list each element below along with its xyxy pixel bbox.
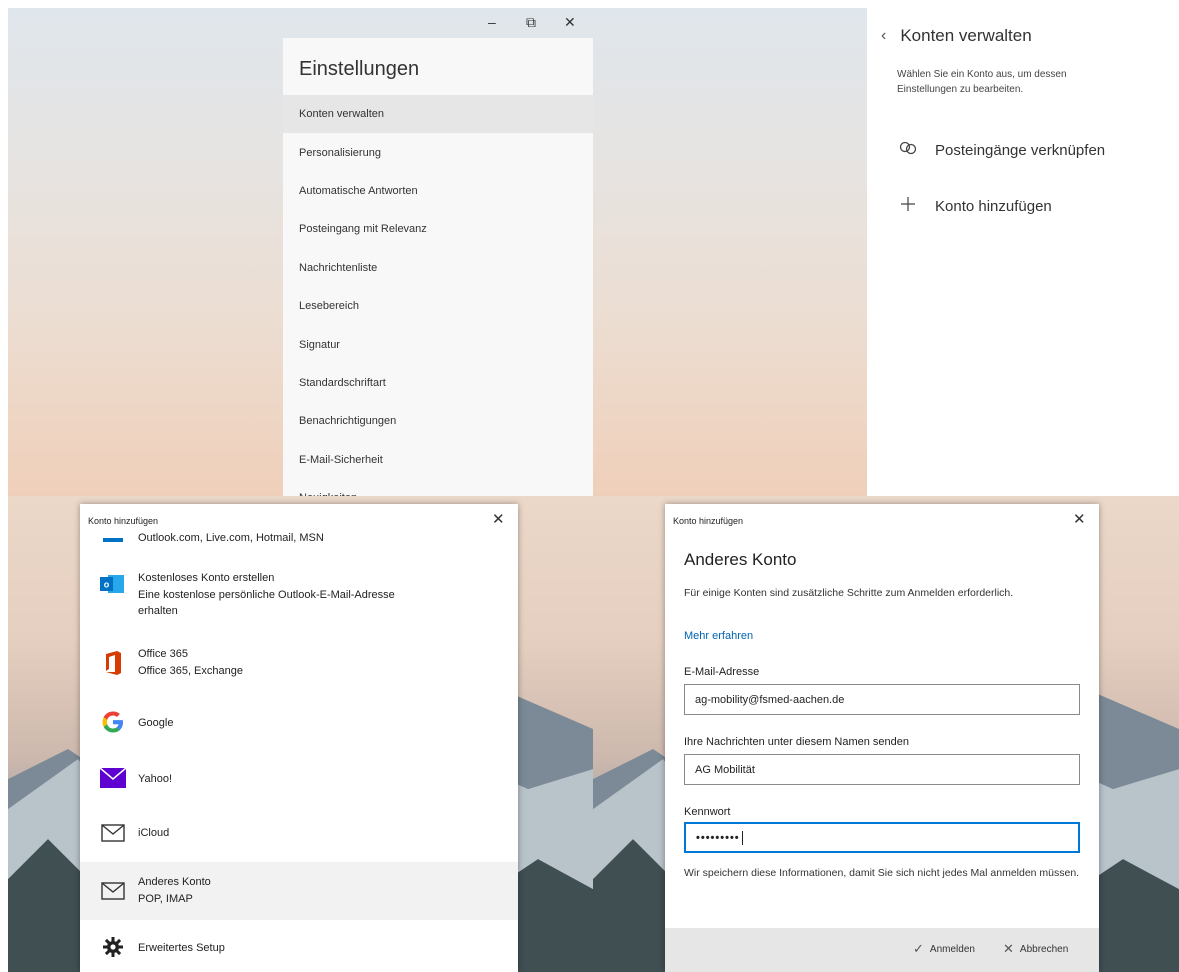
provider-create-free-account-title: Kostenloses Konto erstellen [138, 572, 275, 584]
dialog-footer: ✓ Anmelden ✕ Abbrechen [665, 928, 1099, 972]
office365-icon [98, 650, 128, 676]
provider-outlook-com[interactable]: Outlook.com, Live.com, Hotmail, MSN [80, 528, 518, 554]
other-account-view: Konto hinzufügen ✕ Anderes Konto Für ein… [593, 496, 1179, 972]
provider-office365-subtitle: Office 365, Exchange [138, 664, 243, 677]
display-name-field[interactable]: AG Mobilität [684, 754, 1080, 785]
add-account-dialog-title: Konto hinzufügen [88, 516, 159, 526]
email-value: ag-mobility@fsmed-aachen.de [695, 693, 845, 706]
link-icon [897, 141, 919, 160]
settings-item-benachrichtigungen[interactable]: Benachrichtigungen [283, 402, 593, 440]
provider-office365[interactable]: Office 365 Office 365, Exchange [80, 638, 518, 690]
display-name-value: AG Mobilität [695, 763, 755, 776]
manage-accounts-panel: ‹ Konten verwalten Wählen Sie ein Konto … [867, 8, 1179, 496]
provider-advanced-setup-label: Erweitertes Setup [138, 942, 225, 954]
sign-in-button[interactable]: ✓ Anmelden [913, 941, 975, 957]
link-inboxes-button[interactable]: Posteingänge verknüpfen [867, 141, 1179, 160]
settings-item-lesebereich[interactable]: Lesebereich [283, 287, 593, 325]
other-account-dialog-title: Konto hinzufügen [673, 516, 744, 526]
provider-advanced-setup[interactable]: Erweitertes Setup [80, 926, 518, 970]
provider-icloud-label: iCloud [138, 827, 170, 839]
settings-item-automatische-antworten[interactable]: Automatische Antworten [283, 172, 593, 210]
provider-google[interactable]: Google [80, 698, 518, 748]
settings-item-email-sicherheit[interactable]: E-Mail-Sicherheit [283, 441, 593, 479]
password-label: Kennwort [684, 806, 731, 818]
close-icon[interactable]: ✕ [492, 510, 505, 528]
provider-other-account-subtitle: POP, IMAP [138, 892, 193, 905]
minimize-button[interactable]: – [488, 14, 496, 30]
add-account-dialog: Konto hinzufügen ✕ Outlook.com, Live.com… [80, 504, 518, 972]
settings-item-konten-verwalten[interactable]: Konten verwalten [283, 95, 593, 134]
provider-other-account[interactable]: Anderes Konto POP, IMAP [80, 862, 518, 920]
checkmark-icon: ✓ [913, 941, 924, 956]
window-close-button[interactable]: ✕ [564, 14, 576, 31]
provider-google-label: Google [138, 717, 174, 729]
add-account-label: Konto hinzufügen [935, 198, 1052, 215]
add-account-view: Konto hinzufügen ✕ Outlook.com, Live.com… [8, 496, 593, 972]
cancel-button[interactable]: ✕ Abbrechen [1003, 941, 1068, 957]
envelope-icon [98, 882, 128, 900]
google-icon [98, 708, 128, 736]
link-inboxes-label: Posteingänge verknüpfen [935, 142, 1106, 159]
email-field[interactable]: ag-mobility@fsmed-aachen.de [684, 684, 1080, 715]
provider-other-account-title: Anderes Konto [138, 876, 211, 888]
add-account-button[interactable]: Konto hinzufügen [867, 196, 1179, 217]
email-label: E-Mail-Adresse [684, 666, 760, 678]
settings-item-signatur[interactable]: Signatur [283, 325, 593, 363]
gear-icon [98, 936, 128, 958]
other-account-intro: Für einige Konten sind zusätzliche Schri… [684, 587, 1014, 599]
maximize-button[interactable]: ⧉ [526, 14, 536, 31]
provider-outlook-com-label: Outlook.com, Live.com, Hotmail, MSN [138, 532, 324, 544]
provider-create-free-account[interactable]: o Kostenloses Konto erstellen Eine koste… [80, 564, 518, 628]
settings-item-nachrichtenliste[interactable]: Nachrichtenliste [283, 249, 593, 287]
svg-text:o: o [104, 580, 110, 590]
cancel-label: Abbrechen [1019, 943, 1069, 955]
password-field[interactable]: ••••••••• [684, 822, 1080, 853]
settings-item-posteingang-mit-relevanz[interactable]: Posteingang mit Relevanz [283, 210, 593, 248]
outlook-bar-icon [98, 538, 128, 544]
provider-icloud[interactable]: iCloud [80, 808, 518, 858]
close-icon: ✕ [1003, 941, 1014, 956]
settings-item-neuigkeiten[interactable]: Neuigkeiten [283, 479, 593, 496]
settings-title: Einstellungen [299, 58, 420, 80]
manage-accounts-description: Wählen Sie ein Konto aus, um dessen Eins… [897, 69, 1067, 95]
manage-accounts-title: Konten verwalten [900, 26, 1032, 45]
plus-icon [897, 196, 919, 217]
settings-item-personalisierung[interactable]: Personalisierung [283, 133, 593, 171]
chevron-left-icon[interactable]: ‹ [881, 27, 886, 45]
close-icon[interactable]: ✕ [1073, 510, 1086, 528]
provider-yahoo[interactable]: Yahoo! [80, 754, 518, 804]
provider-yahoo-label: Yahoo! [138, 773, 173, 785]
provider-create-free-account-subtitle: Eine kostenlose persönliche Outlook-E-Ma… [138, 588, 395, 601]
outlook-icon: o [98, 572, 128, 596]
display-name-label: Ihre Nachrichten unter diesem Namen send… [684, 736, 910, 748]
other-account-dialog: Konto hinzufügen ✕ Anderes Konto Für ein… [665, 504, 1099, 972]
envelope-icon [98, 824, 128, 842]
yahoo-mail-icon [98, 768, 128, 788]
password-value: ••••••••• [696, 831, 740, 844]
settings-item-standardschriftart[interactable]: Standardschriftart [283, 364, 593, 402]
other-account-heading: Anderes Konto [684, 550, 797, 569]
settings-window: – ⧉ ✕ Einstellungen Konten verwalten Per… [8, 8, 593, 496]
provider-office365-title: Office 365 [138, 648, 188, 660]
manage-accounts-view: ‹ Konten verwalten Wählen Sie ein Konto … [593, 8, 1179, 496]
learn-more-link[interactable]: Mehr erfahren [684, 630, 753, 642]
settings-panel: Einstellungen Konten verwalten Personali… [283, 38, 593, 496]
save-info-note: Wir speichern diese Informationen, damit… [684, 867, 1080, 879]
provider-create-free-account-subtitle-2: erhalten [138, 605, 178, 617]
text-caret [741, 830, 743, 845]
sign-in-label: Anmelden [929, 943, 975, 955]
